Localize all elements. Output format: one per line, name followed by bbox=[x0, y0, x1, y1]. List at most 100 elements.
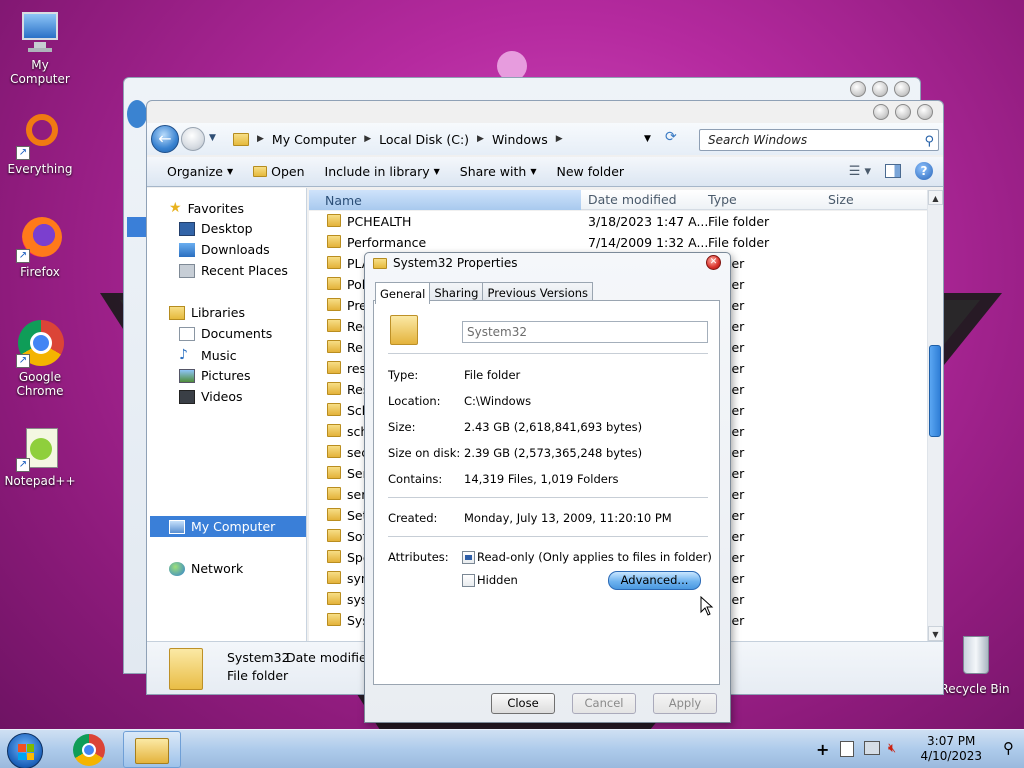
minimize-button[interactable] bbox=[850, 81, 866, 97]
column-date-modified[interactable]: Date modified bbox=[588, 192, 677, 207]
nav-network[interactable]: Network bbox=[169, 561, 243, 576]
nav-videos[interactable]: Videos bbox=[179, 389, 243, 404]
search-icon[interactable]: ⚲ bbox=[924, 132, 934, 152]
row-date: 3/18/2023 1:47 A... bbox=[588, 214, 709, 229]
nav-pictures-label: Pictures bbox=[201, 368, 251, 383]
open-button[interactable]: Open bbox=[243, 164, 314, 179]
close-button[interactable] bbox=[894, 81, 910, 97]
properties-dialog[interactable]: System32 Properties ✕ General Sharing Pr… bbox=[364, 252, 731, 723]
clock-date: 4/10/2023 bbox=[920, 749, 982, 763]
cancel-button[interactable]: Cancel bbox=[572, 693, 636, 714]
taskbar-chrome[interactable] bbox=[64, 731, 116, 768]
maximize-button[interactable] bbox=[895, 104, 911, 120]
contains-value: 14,319 Files, 1,019 Folders bbox=[464, 472, 619, 486]
refresh-icon[interactable]: ⟳ bbox=[665, 129, 677, 145]
breadcrumb-windows[interactable]: Windows bbox=[492, 132, 548, 147]
nav-libraries[interactable]: Libraries bbox=[169, 305, 245, 320]
scrollbar-thumb[interactable] bbox=[929, 345, 941, 437]
search-input[interactable]: Search Windows ⚲ bbox=[699, 129, 939, 151]
readonly-label[interactable]: Read-only (Only applies to files in fold… bbox=[477, 550, 712, 564]
scroll-down-icon[interactable]: ▼ bbox=[928, 626, 943, 641]
address-dropdown-icon[interactable]: ▼ bbox=[644, 134, 651, 144]
desktop-icon-firefox[interactable]: ↗ Firefox bbox=[0, 215, 80, 279]
details-name: System32 bbox=[227, 650, 290, 665]
column-size[interactable]: Size bbox=[828, 192, 854, 207]
back-button[interactable]: ← bbox=[151, 125, 179, 153]
include-in-library-button[interactable]: Include in library ▼ bbox=[315, 164, 450, 179]
forward-button[interactable] bbox=[181, 127, 205, 151]
nav-documents-label: Documents bbox=[201, 326, 273, 341]
computer-icon bbox=[16, 8, 64, 56]
breadcrumb-my-computer[interactable]: My Computer bbox=[272, 132, 356, 147]
window-controls bbox=[873, 104, 933, 120]
nav-desktop[interactable]: Desktop bbox=[179, 221, 253, 236]
clock[interactable]: 3:07 PM 4/10/2023 bbox=[920, 734, 982, 764]
desktop-icon-google-chrome[interactable]: ↗ Google Chrome bbox=[0, 320, 80, 398]
organize-button[interactable]: Organize ▼ bbox=[147, 164, 243, 179]
action-center-icon[interactable] bbox=[840, 741, 854, 757]
desktop-icon-my-computer[interactable]: My Computer bbox=[0, 8, 80, 86]
nav-downloads[interactable]: Downloads bbox=[179, 242, 270, 257]
view-controls: ☰ ▾ ? bbox=[849, 162, 933, 180]
column-name[interactable]: Name bbox=[309, 190, 581, 210]
size-value: 2.43 GB (2,618,841,693 bytes) bbox=[464, 420, 643, 434]
tab-general[interactable]: General bbox=[375, 282, 431, 304]
dialog-close-button[interactable]: ✕ bbox=[706, 255, 721, 270]
address-bar[interactable]: ▶ My Computer ▶ Local Disk (C:) ▶ Window… bbox=[229, 127, 689, 151]
breadcrumb-local-disk[interactable]: Local Disk (C:) bbox=[379, 132, 469, 147]
preview-pane-icon[interactable] bbox=[885, 164, 901, 178]
share-with-button[interactable]: Share with ▼ bbox=[450, 164, 547, 179]
divider bbox=[388, 497, 708, 498]
folder-icon bbox=[327, 382, 341, 395]
help-icon[interactable]: ? bbox=[915, 162, 933, 180]
nav-favorites[interactable]: ★ Favorites bbox=[169, 200, 244, 216]
contains-label: Contains: bbox=[388, 472, 443, 486]
hidden-label[interactable]: Hidden bbox=[477, 573, 518, 587]
folder-icon bbox=[327, 214, 341, 227]
column-type[interactable]: Type bbox=[708, 192, 737, 207]
type-value: File folder bbox=[464, 368, 521, 382]
view-options-icon[interactable]: ☰ ▾ bbox=[849, 164, 871, 179]
maximize-button[interactable] bbox=[872, 81, 888, 97]
scroll-up-icon[interactable]: ▲ bbox=[928, 190, 943, 205]
folder-name-field[interactable]: System32 bbox=[462, 321, 708, 343]
vertical-scrollbar[interactable]: ▲ ▼ bbox=[927, 190, 943, 641]
nav-documents[interactable]: Documents bbox=[179, 326, 272, 341]
readonly-checkbox[interactable] bbox=[462, 551, 475, 564]
row-date: 7/14/2009 1:32 A... bbox=[588, 235, 709, 250]
volume-muted-icon[interactable]: 🔇︎ bbox=[888, 741, 896, 756]
history-dropdown-icon[interactable]: ▼ bbox=[209, 133, 216, 143]
nav-music[interactable]: ♪ Music bbox=[179, 347, 237, 363]
close-button[interactable] bbox=[917, 104, 933, 120]
desktop-icon-everything[interactable]: ↗ Everything bbox=[0, 112, 80, 176]
chevron-right-icon[interactable]: ▶ bbox=[477, 134, 484, 144]
desktop-icon-notepad-plus-plus[interactable]: ↗ Notepad++ bbox=[0, 424, 80, 488]
close-button[interactable]: Close bbox=[491, 693, 555, 714]
start-button[interactable] bbox=[7, 733, 43, 768]
hidden-checkbox[interactable] bbox=[462, 574, 475, 587]
attributes-label: Attributes: bbox=[388, 550, 449, 564]
nav-my-computer[interactable]: My Computer bbox=[169, 519, 275, 534]
chevron-right-icon[interactable]: ▶ bbox=[257, 134, 264, 144]
folder-icon bbox=[327, 571, 341, 584]
table-row[interactable]: PCHEALTH 3/18/2023 1:47 A... File folder bbox=[309, 211, 929, 232]
chevron-right-icon[interactable]: ▶ bbox=[556, 134, 563, 144]
chevron-down-icon: ▼ bbox=[227, 167, 234, 176]
apply-button[interactable]: Apply bbox=[653, 693, 717, 714]
network-tray-icon[interactable] bbox=[864, 741, 880, 755]
nav-desktop-label: Desktop bbox=[201, 221, 253, 236]
nav-recent-places[interactable]: Recent Places bbox=[179, 263, 288, 278]
chevron-right-icon[interactable]: ▶ bbox=[364, 134, 371, 144]
folder-icon bbox=[327, 277, 341, 290]
desktop-icon-recycle-bin[interactable]: Recycle Bin bbox=[935, 632, 1015, 696]
new-folder-button[interactable]: New folder bbox=[547, 164, 635, 179]
taskbar-explorer[interactable] bbox=[123, 731, 181, 768]
advanced-button[interactable]: Advanced... bbox=[608, 571, 701, 590]
search-icon[interactable]: ⚲ bbox=[1003, 739, 1014, 757]
table-row[interactable]: Performance 7/14/2009 1:32 A... File folde… bbox=[309, 232, 929, 253]
minimize-button[interactable] bbox=[873, 104, 889, 120]
show-hidden-icons-icon[interactable]: + bbox=[816, 740, 829, 759]
search-placeholder: Search Windows bbox=[708, 133, 808, 147]
address-row: ← ▼ ▶ My Computer ▶ Local Disk (C:) ▶ Wi… bbox=[147, 123, 943, 155]
nav-pictures[interactable]: Pictures bbox=[179, 368, 251, 383]
